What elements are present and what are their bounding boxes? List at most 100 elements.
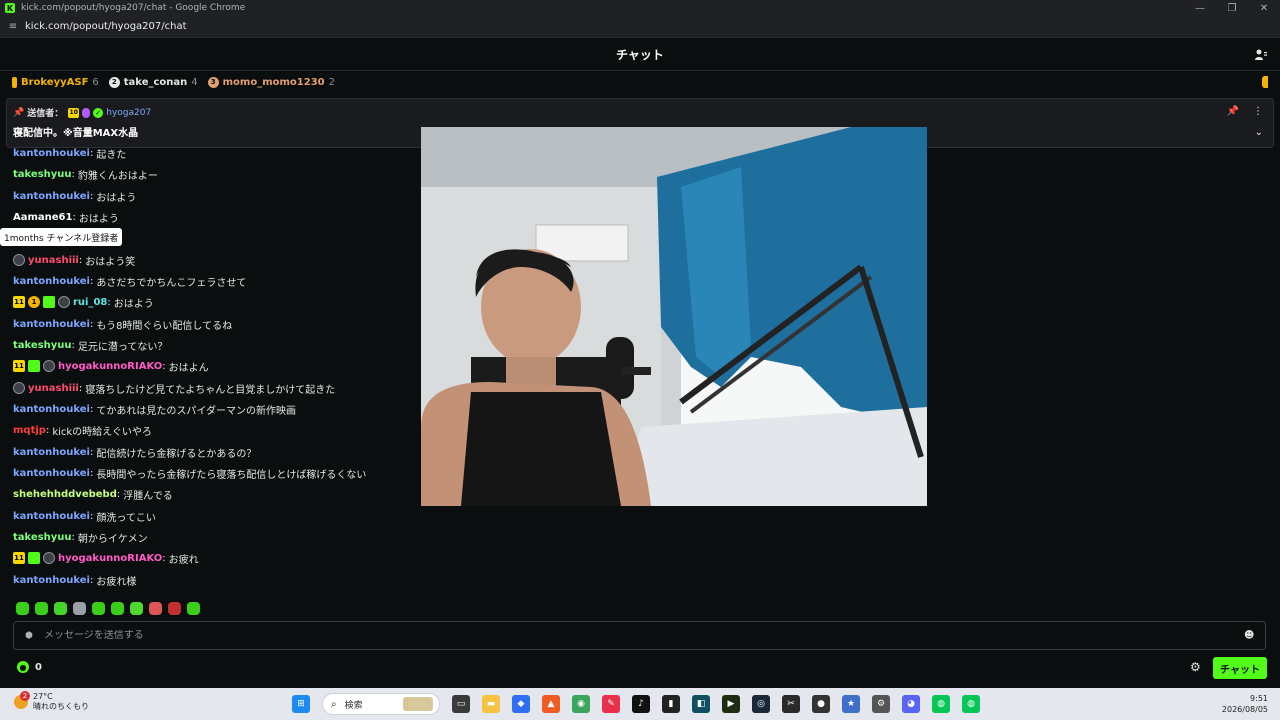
brave-browser-icon[interactable]: ▲ bbox=[542, 695, 560, 713]
chat-message[interactable]: kantonhoukei: お疲れ様 bbox=[13, 570, 136, 590]
pinned-username[interactable]: hyoga207 bbox=[106, 108, 151, 118]
capcut-icon[interactable]: ✂ bbox=[782, 695, 800, 713]
chat-message[interactable]: kantonhoukei: てかあれは見たのスパイダーマンの新作映画 bbox=[13, 399, 296, 419]
file-explorer-icon[interactable]: ▬ bbox=[482, 695, 500, 713]
chat-message[interactable]: 11 1 rui_08: おはよう bbox=[13, 292, 154, 312]
app-icon[interactable]: ◆ bbox=[512, 695, 530, 713]
chevron-down-icon[interactable]: ⌄ bbox=[1255, 127, 1263, 138]
subscriber-badge-icon[interactable]: 11 bbox=[13, 360, 25, 372]
avatar-badge-icon[interactable] bbox=[43, 360, 55, 372]
frog-emote-icon[interactable] bbox=[35, 601, 48, 615]
message-username[interactable]: takeshyuu bbox=[13, 169, 72, 180]
leaderboard-item[interactable]: 2 take_conan 4 bbox=[108, 76, 198, 88]
chat-message[interactable]: kantonhoukei: おはよう bbox=[13, 186, 136, 206]
video-overlay[interactable] bbox=[421, 127, 927, 506]
message-username[interactable]: kantonhoukei bbox=[13, 511, 90, 522]
avatar-badge-icon[interactable] bbox=[58, 296, 70, 308]
app-red-icon[interactable]: ✎ bbox=[602, 695, 620, 713]
chat-message[interactable]: kantonhoukei: 起きた bbox=[13, 143, 126, 163]
frog-emote-icon[interactable] bbox=[16, 601, 29, 615]
frog-emote-icon[interactable] bbox=[187, 601, 200, 615]
chat-message[interactable]: takeshyuu: 豹雅くんおはよー bbox=[13, 164, 158, 184]
gift-badge-icon[interactable] bbox=[43, 296, 55, 308]
chat-message[interactable]: takeshyuu: 足元に潜ってない？ bbox=[13, 335, 167, 355]
chat-message[interactable]: takeshyuu: 朝からイケメン bbox=[13, 527, 148, 547]
avatar-badge-icon[interactable] bbox=[43, 552, 55, 564]
discord-icon[interactable]: ◕ bbox=[902, 695, 920, 713]
restore-icon[interactable]: ❐ bbox=[1216, 0, 1248, 16]
message-username[interactable]: takeshyuu bbox=[13, 532, 72, 543]
weather-widget[interactable]: 2 27°C 晴れのちくもり bbox=[14, 691, 89, 712]
crab-emote-icon[interactable] bbox=[149, 601, 162, 615]
gear-icon[interactable]: ⚙ bbox=[1190, 660, 1204, 674]
message-username[interactable]: yunashiii bbox=[28, 255, 79, 266]
chat-message[interactable]: shehehhddvebebd: 浮腫んでる bbox=[13, 484, 173, 504]
close-icon[interactable]: ✕ bbox=[1248, 0, 1280, 16]
chat-message[interactable]: 11 hyogakunnoRIAKO: おはよん bbox=[13, 356, 209, 376]
taskbar-search[interactable]: ⌕ 検索 bbox=[322, 693, 440, 715]
message-username[interactable]: kantonhoukei bbox=[13, 575, 90, 586]
users-icon[interactable] bbox=[1254, 48, 1268, 62]
message-username[interactable]: hyogakunnoRIAKO bbox=[58, 553, 162, 564]
chat-message[interactable]: yunashiii: おはよう笑 bbox=[13, 250, 135, 270]
app-star-icon[interactable]: ★ bbox=[842, 695, 860, 713]
frog-emote-icon[interactable] bbox=[54, 601, 67, 615]
address-bar[interactable]: ≡ kick.com/popout/hyoga207/chat bbox=[0, 16, 1280, 38]
url-text[interactable]: kick.com/popout/hyoga207/chat bbox=[25, 21, 187, 32]
chat-message[interactable]: kantonhoukei: 長時間やったら金稼げたら寝落ち配信しとけば稼げるくない bbox=[13, 463, 366, 483]
message-username[interactable]: kantonhoukei bbox=[13, 404, 90, 415]
message-username[interactable]: kantonhoukei bbox=[13, 468, 90, 479]
message-username[interactable]: kantonhoukei bbox=[13, 319, 90, 330]
chat-input-box[interactable]: ⬢ ☻ bbox=[13, 621, 1266, 650]
chat-message[interactable]: kantonhoukei: 顔洗ってこい bbox=[13, 506, 156, 526]
message-username[interactable]: yunashiii bbox=[28, 383, 79, 394]
send-chat-button[interactable]: チャット bbox=[1213, 657, 1267, 679]
site-info-icon[interactable]: ≡ bbox=[7, 21, 19, 33]
steam-icon[interactable]: ◎ bbox=[752, 695, 770, 713]
subscriber-badge-icon[interactable]: 11 bbox=[13, 552, 25, 564]
gift-badge-icon[interactable] bbox=[28, 360, 40, 372]
message-username[interactable]: shehehhddvebebd bbox=[13, 489, 117, 500]
chat-message-input[interactable] bbox=[44, 630, 1194, 641]
app-dark-icon[interactable]: ◧ bbox=[692, 695, 710, 713]
avatar-badge-icon[interactable] bbox=[13, 382, 25, 394]
frog-emote-icon[interactable] bbox=[130, 601, 143, 615]
line-active-icon[interactable]: ◍ bbox=[962, 695, 980, 713]
chat-message[interactable]: kantonhoukei: もう8時間ぐらい配信してるね bbox=[13, 314, 232, 334]
task-view-icon[interactable]: ▭ bbox=[452, 695, 470, 713]
chat-message[interactable]: 11 hyogakunnoRIAKO: お疲れ bbox=[13, 548, 199, 568]
skull-emote-icon[interactable] bbox=[92, 601, 105, 615]
subscriber-badge-icon[interactable]: 11 bbox=[13, 296, 25, 308]
leaderboard-item[interactable]: 3 momo_momo1230 2 bbox=[207, 76, 335, 88]
emoji-icon[interactable]: ☻ bbox=[1244, 630, 1255, 641]
shield-icon[interactable]: ⬢ bbox=[24, 631, 34, 641]
ball-emote-icon[interactable] bbox=[73, 601, 86, 615]
nvidia-icon[interactable]: ▶ bbox=[722, 695, 740, 713]
angry-emote-icon[interactable] bbox=[168, 601, 181, 615]
windows-start-icon[interactable]: ⊞ bbox=[292, 695, 310, 713]
message-username[interactable]: takeshyuu bbox=[13, 340, 72, 351]
more-options-icon[interactable]: ⋮ bbox=[1253, 106, 1263, 117]
chat-message[interactable]: Aamane61: おはよう bbox=[13, 207, 119, 227]
chat-message[interactable]: kantonhoukei: 配信続けたら金稼げるとかあるの？ bbox=[13, 442, 256, 462]
terminal-icon[interactable]: ▮ bbox=[662, 695, 680, 713]
gifter-badge-icon[interactable]: 1 bbox=[28, 296, 40, 308]
message-username[interactable]: rui_08 bbox=[73, 297, 107, 308]
frog-emote-icon[interactable] bbox=[111, 601, 124, 615]
obs-icon[interactable]: ● bbox=[812, 695, 830, 713]
settings-icon[interactable]: ⚙ bbox=[872, 695, 890, 713]
message-username[interactable]: kantonhoukei bbox=[13, 191, 90, 202]
minimize-icon[interactable]: — bbox=[1184, 0, 1216, 16]
message-username[interactable]: hyogakunnoRIAKO bbox=[58, 361, 162, 372]
chrome-icon[interactable]: ◉ bbox=[572, 695, 590, 713]
system-clock[interactable]: 9:51 2026/08/05 bbox=[1222, 693, 1268, 715]
chat-message[interactable]: kantonhoukei: あさだちでかちんこフェラさせて bbox=[13, 271, 246, 291]
message-username[interactable]: kantonhoukei bbox=[13, 447, 90, 458]
gift-badge-icon[interactable] bbox=[28, 552, 40, 564]
leaderboard-next-icon[interactable] bbox=[1262, 76, 1268, 88]
message-username[interactable]: Aamane61 bbox=[13, 212, 72, 223]
kick-points[interactable]: ● 0 bbox=[17, 661, 42, 673]
message-username[interactable]: mqtjp bbox=[13, 425, 46, 436]
avatar-badge-icon[interactable] bbox=[13, 254, 25, 266]
chat-message[interactable]: yunashiii: 寝落ちしたけど見てたよちゃんと目覚ましかけて起きた bbox=[13, 378, 335, 398]
